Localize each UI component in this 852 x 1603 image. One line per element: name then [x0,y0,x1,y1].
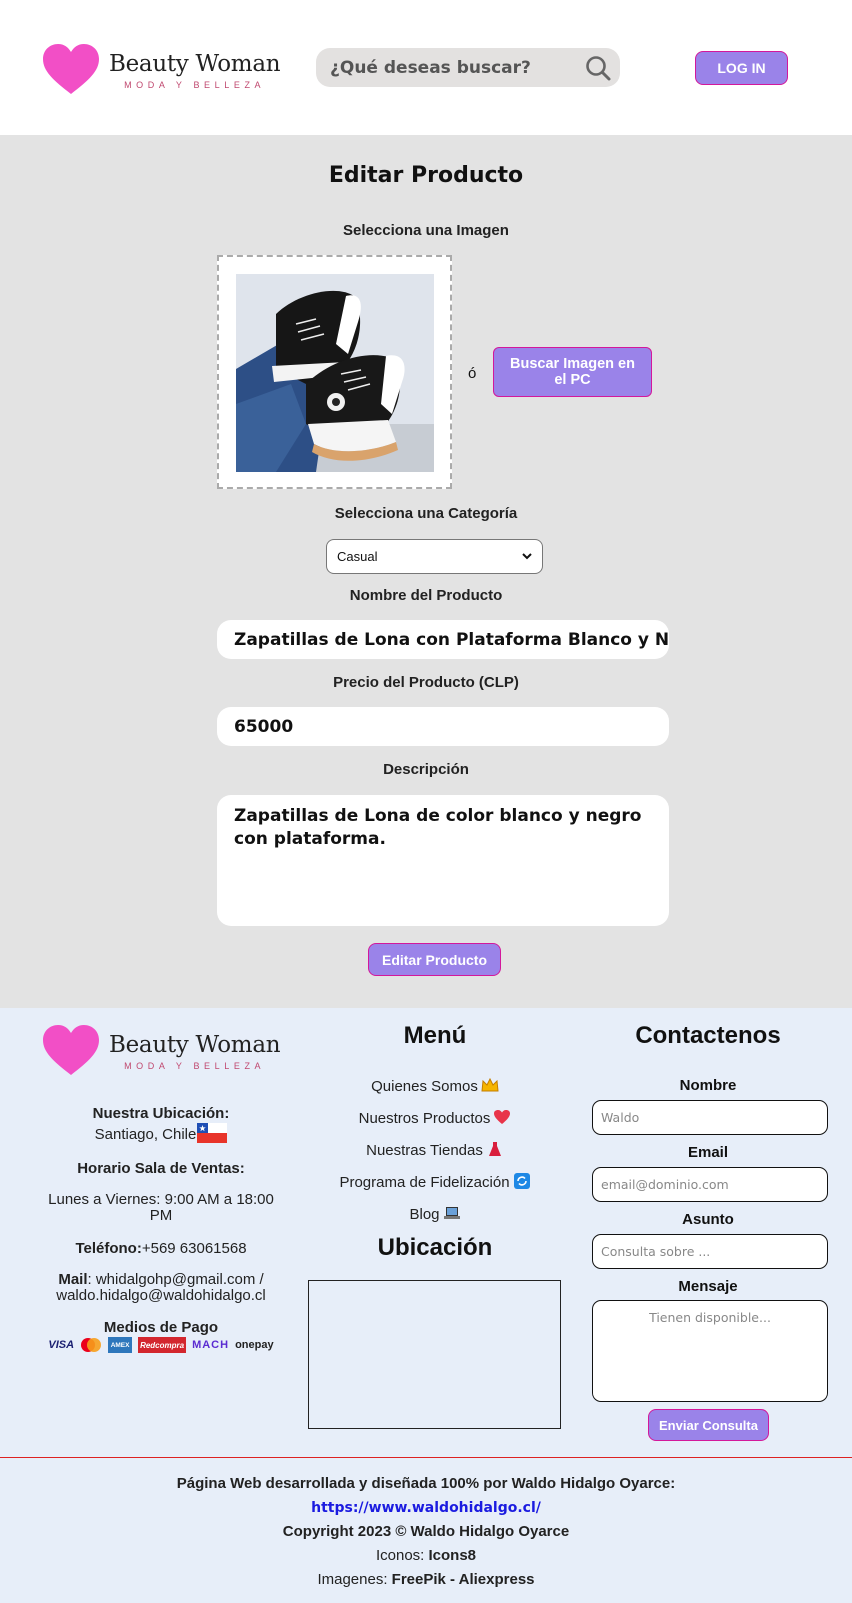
image-dropzone[interactable] [217,255,452,489]
product-name-input[interactable]: Zapatillas de Lona con Plataforma Blanco… [217,620,669,659]
crown-icon [481,1077,499,1092]
contact-name-label: Nombre [679,1077,737,1094]
contact-message-input[interactable]: Tienen disponible... [592,1300,828,1402]
laptop-icon [443,1207,460,1219]
product-price-input[interactable]: 65000 [217,707,669,746]
brand-tagline: MODA Y BELLEZA [124,79,266,90]
edit-product-button[interactable]: Editar Producto [368,943,501,976]
contact-subject-input[interactable]: Consulta sobre ... [592,1234,828,1269]
payments-title: Medios de Pago [103,1319,219,1336]
heart-icon [43,1025,99,1075]
location-title: Nuestra Ubicación: [92,1105,230,1122]
mail-line: Mail: whidalgohp@gmail.com / waldo.hidal… [56,1271,266,1304]
price-label: Precio del Producto (CLP) [333,674,519,691]
copyright: Copyright 2023 © Waldo Hidalgo Oyarce [282,1523,570,1540]
credit-url-link[interactable]: https://www.waldohidalgo.cl/ [311,1500,541,1516]
hours-value: Lunes a Viernes: 9:00 AM a 18:00 PM [48,1191,274,1224]
description-label: Descripción [383,761,469,778]
contact-name-input[interactable]: Waldo [592,1100,828,1135]
edit-product-section: Editar Producto Selecciona una Imagen ó … [0,135,852,1008]
site-footer: Beauty Woman MODA Y BELLEZA Nuestra Ubic… [0,1008,852,1457]
menu-link-fidelizacion[interactable]: Programa de Fidelización [308,1173,562,1191]
footer-brand-name: Beauty Woman [109,1031,281,1058]
heart-icon [494,1110,511,1124]
chevron-down-icon [522,553,532,560]
category-value: Casual [337,549,378,564]
contact-email-label: Email [687,1144,729,1161]
search-input[interactable] [330,57,580,78]
credit-line: Página Web desarrollada y diseñada 100% … [176,1475,676,1492]
footer-brand-logo[interactable]: Beauty Woman MODA Y BELLEZA [43,1025,281,1077]
product-description-input[interactable]: Zapatillas de Lona de color blanco y neg… [217,795,669,926]
login-button[interactable]: LOG IN [695,51,788,85]
heart-icon [43,44,99,94]
menu-link-nuestras-tiendas[interactable]: Nuestras Tiendas [308,1141,562,1159]
visa-logo: VISA [48,1339,75,1351]
browse-image-button[interactable]: Buscar Imagen en el PC [493,347,652,397]
amex-logo: AMEX [108,1337,133,1353]
footer-brand-text: Beauty Woman MODA Y BELLEZA [109,1031,281,1071]
chile-flag-icon [197,1123,228,1143]
mach-logo: MACH [192,1339,230,1351]
dress-icon [488,1142,501,1156]
onepay-logo: onepay [235,1339,274,1351]
credit-url-line: https://www.waldohidalgo.cl/ [0,1499,852,1516]
contact-subject-label: Asunto [682,1211,734,1228]
payment-methods: VISA mastercard AMEX Redcompra MACH onep… [40,1337,282,1353]
brand-logo[interactable]: Beauty Woman MODA Y BELLEZA [43,44,281,96]
credits-bar: Página Web desarrollada y diseñada 100% … [0,1457,852,1603]
menu-title: Menú [403,1022,467,1049]
location-map[interactable] [308,1280,561,1429]
images-credit: Imagenes: FreePik - Aliexpress [317,1571,535,1588]
refresh-icon [513,1173,530,1189]
menu-link-nuestros-productos[interactable]: Nuestros Productos [308,1109,562,1127]
site-header: Beauty Woman MODA Y BELLEZA LOG IN [0,0,852,135]
product-image [236,274,434,472]
category-select[interactable]: Casual [326,539,543,574]
search-icon[interactable] [584,54,612,82]
send-inquiry-button[interactable]: Enviar Consulta [648,1409,769,1441]
location-value: Santiago, Chile [40,1123,282,1143]
image-label: Selecciona una Imagen [343,222,509,239]
menu-link-blog[interactable]: Blog [308,1205,562,1223]
phone-line: Teléfono:+569 63061568 [75,1240,247,1257]
category-label: Selecciona una Categoría [334,505,518,522]
contact-title: Contactenos [635,1022,781,1049]
hours-title: Horario Sala de Ventas: [77,1160,245,1177]
page-title: Editar Producto [328,163,524,188]
search-bar [316,48,620,87]
footer-brand-tagline: MODA Y BELLEZA [124,1060,266,1071]
brand-name: Beauty Woman [109,50,281,77]
brand-text: Beauty Woman MODA Y BELLEZA [109,50,281,90]
mastercard-logo: mastercard [80,1337,102,1353]
menu-link-quienes-somos[interactable]: Quienes Somos [308,1077,562,1095]
icons-credit: Iconos: Icons8 [375,1547,477,1564]
location-section-title: Ubicación [377,1234,493,1261]
contact-email-input[interactable]: email@dominio.com [592,1167,828,1202]
contact-message-label: Mensaje [678,1278,738,1295]
or-text: ó [468,365,477,382]
redcompra-logo: Redcompra [138,1337,187,1353]
name-label: Nombre del Producto [349,587,503,604]
